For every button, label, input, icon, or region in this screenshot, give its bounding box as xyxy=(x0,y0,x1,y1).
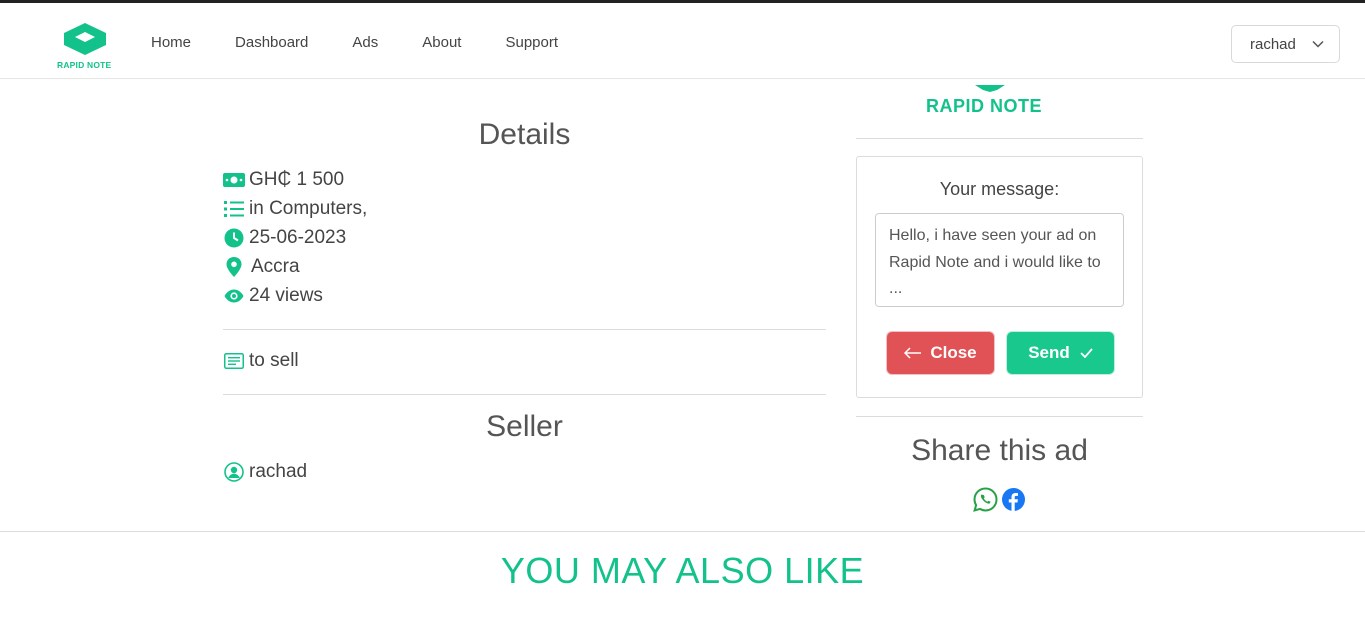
divider xyxy=(223,329,826,330)
nav-links: Home Dashboard Ads About Support xyxy=(151,34,602,51)
close-button[interactable]: Close xyxy=(887,332,994,374)
price-row: GH₵ 1 500 xyxy=(223,169,344,191)
date-text: 25-06-2023 xyxy=(249,227,347,248)
clock-icon xyxy=(223,227,245,249)
nav-dashboard[interactable]: Dashboard xyxy=(235,34,308,51)
message-card: Your message: Hello, i have seen your ad… xyxy=(856,156,1143,398)
share-icons xyxy=(973,487,1029,512)
description-row: to sell xyxy=(223,350,299,372)
whatsapp-icon[interactable] xyxy=(973,487,998,512)
user-dropdown-label: rachad xyxy=(1250,35,1296,53)
location-row: Accra xyxy=(223,256,300,278)
eye-icon xyxy=(223,285,245,307)
seller-name: rachad xyxy=(249,461,308,482)
category-row: in Computers, xyxy=(223,198,367,220)
list-icon xyxy=(223,198,245,220)
location-text: Accra xyxy=(251,256,300,277)
divider xyxy=(856,138,1143,139)
facebook-icon[interactable] xyxy=(1001,487,1026,512)
nav-ads[interactable]: Ads xyxy=(352,34,378,51)
chevron-down-icon xyxy=(1311,37,1325,55)
send-button[interactable]: Send xyxy=(1007,332,1114,374)
views-text: 24 views xyxy=(249,285,323,306)
also-like-heading: YOU MAY ALSO LIKE xyxy=(500,550,865,591)
arrow-left-icon xyxy=(904,347,922,359)
message-label: Your message: xyxy=(939,179,1060,199)
views-row: 24 views xyxy=(223,285,323,307)
user-dropdown[interactable]: rachad xyxy=(1231,25,1340,63)
nav-support[interactable]: Support xyxy=(505,34,558,51)
divider xyxy=(223,394,826,395)
nav-about[interactable]: About xyxy=(422,34,461,51)
check-icon xyxy=(1080,348,1093,358)
send-button-label: Send xyxy=(1028,343,1070,362)
category-text: in Computers, xyxy=(249,198,368,219)
nav-home[interactable]: Home xyxy=(151,34,191,51)
price-text: GH₵ 1 500 xyxy=(249,169,345,190)
section-divider xyxy=(0,531,1365,532)
share-heading: Share this ad xyxy=(911,434,1088,467)
divider xyxy=(856,416,1143,417)
seller-heading: Seller xyxy=(486,410,563,443)
note-icon xyxy=(223,350,245,372)
description-text: to sell xyxy=(249,350,299,371)
brand-logo[interactable]: RAPID NOTE xyxy=(57,23,117,73)
seller-row: rachad xyxy=(223,461,307,483)
cube-logo-icon xyxy=(64,23,106,55)
date-row: 25-06-2023 xyxy=(223,227,346,249)
details-heading: Details xyxy=(478,118,571,151)
money-icon xyxy=(223,169,245,191)
navbar: RAPID NOTE Home Dashboard Ads About Supp… xyxy=(0,3,1365,79)
message-textarea[interactable]: Hello, i have seen your ad on Rapid Note… xyxy=(875,213,1124,307)
brand-logo-partial xyxy=(975,79,1005,92)
logo-text: RAPID NOTE xyxy=(57,60,112,70)
close-button-label: Close xyxy=(930,343,977,362)
brand-name: RAPID NOTE xyxy=(926,96,1043,116)
user-circle-icon xyxy=(223,461,245,483)
map-pin-icon xyxy=(223,256,245,278)
